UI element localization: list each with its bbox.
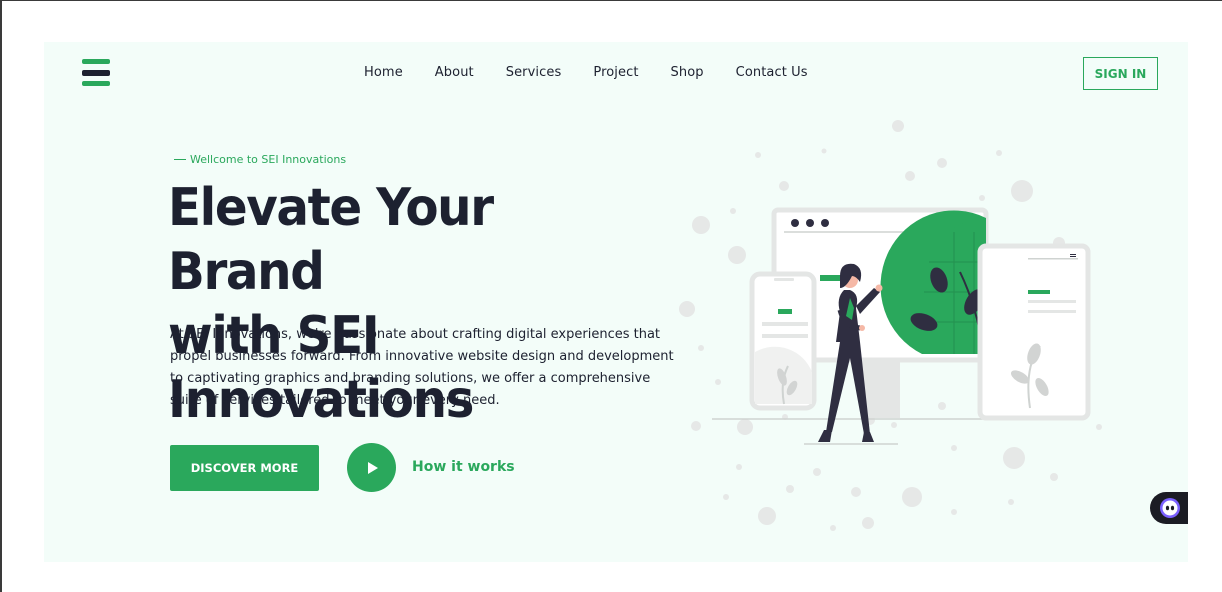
how-it-works-link[interactable]: How it works xyxy=(412,459,515,475)
discover-more-button[interactable]: DISCOVER MORE xyxy=(170,445,319,491)
chat-bot-icon xyxy=(1160,498,1180,518)
hero-description: At SEI Innovations, we're passionate abo… xyxy=(170,327,674,408)
hero-illustration xyxy=(679,120,1102,531)
tagline-text: Wellcome to SEI Innovations xyxy=(190,153,347,166)
play-button[interactable] xyxy=(347,443,396,492)
nav-services[interactable]: Services xyxy=(506,65,562,80)
nav-about[interactable]: About xyxy=(435,65,474,80)
nav-contact-us[interactable]: Contact Us xyxy=(736,65,808,80)
nav-project[interactable]: Project xyxy=(593,65,638,80)
headline-line-1: Elevate Your Brand xyxy=(168,178,494,302)
tagline-dash xyxy=(174,158,186,161)
nav-shop[interactable]: Shop xyxy=(671,65,704,80)
sei-logo[interactable] xyxy=(82,59,112,87)
hero-section: Home About Services Project Shop Contact… xyxy=(44,42,1188,562)
main-nav: Home About Services Project Shop Contact… xyxy=(364,65,840,80)
chat-widget-button[interactable] xyxy=(1150,492,1188,524)
sign-in-button[interactable]: SIGN IN xyxy=(1083,57,1158,90)
play-icon xyxy=(367,461,378,474)
hero-tagline: Wellcome to SEI Innovations xyxy=(174,153,346,166)
nav-home[interactable]: Home xyxy=(364,65,403,80)
